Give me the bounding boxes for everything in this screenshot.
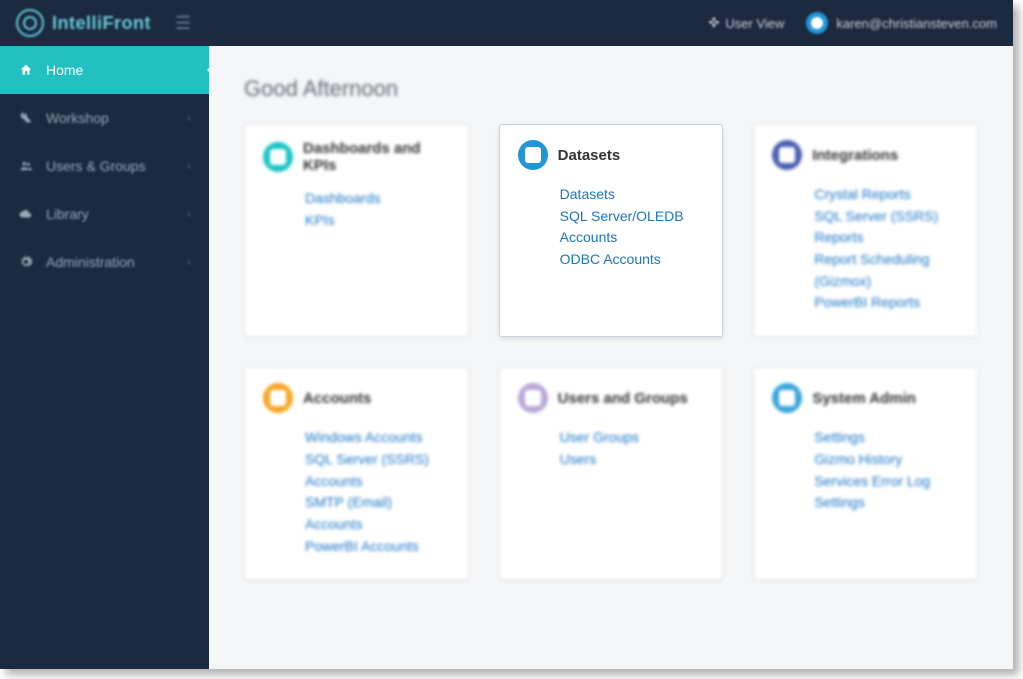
cards-grid: Dashboards and KPIs DashboardsKPIs Dataset… bbox=[244, 124, 978, 580]
sidebar-item-home[interactable]: Home bbox=[0, 46, 209, 94]
logo[interactable]: IntelliFront bbox=[16, 9, 151, 37]
card-link[interactable]: Gizmo History bbox=[814, 449, 959, 471]
card-links: Crystal ReportsSQL Server (SSRS) Reports… bbox=[772, 184, 959, 314]
card-title: Integrations bbox=[812, 147, 898, 164]
chevron-left-icon: ‹ bbox=[188, 257, 191, 268]
card-icon bbox=[772, 383, 802, 413]
card-system-admin: System AdminSettingsGizmo HistoryService… bbox=[753, 367, 978, 580]
card-link[interactable]: Datasets bbox=[560, 184, 705, 206]
sidebar-item-label: Workshop bbox=[46, 110, 109, 126]
page-greeting: Good Afternoon bbox=[244, 76, 978, 102]
card-link[interactable]: User Groups bbox=[560, 427, 705, 449]
chevron-left-icon: ‹ bbox=[188, 113, 191, 124]
card-link[interactable]: SMTP (Email) Accounts bbox=[305, 492, 450, 535]
card-icon bbox=[772, 140, 802, 170]
home-icon bbox=[18, 62, 34, 78]
sidebar-item-workshop[interactable]: Workshop ‹ bbox=[0, 94, 209, 142]
sidebar-item-users-groups[interactable]: Users & Groups ‹ bbox=[0, 142, 209, 190]
card-title: Datasets bbox=[558, 147, 621, 164]
sidebar-item-label: Library bbox=[46, 206, 89, 222]
card-title: System Admin bbox=[812, 390, 916, 407]
card-links: DatasetsSQL Server/OLEDB AccountsODBC Ac… bbox=[518, 184, 705, 271]
card-links: DashboardsKPIs bbox=[263, 188, 450, 231]
sidebar: Home Workshop ‹ Users & Groups ‹ Library… bbox=[0, 46, 209, 669]
header: IntelliFront ☰ ✜ User View karen@christi… bbox=[0, 0, 1013, 46]
user-view-toggle[interactable]: ✜ User View bbox=[708, 15, 784, 31]
card-link[interactable]: PowerBI Reports bbox=[814, 292, 959, 314]
card-header: System Admin bbox=[772, 383, 959, 413]
wrench-icon bbox=[18, 110, 34, 126]
card-title: Accounts bbox=[303, 390, 371, 407]
sidebar-item-label: Home bbox=[46, 62, 83, 78]
card-header: Accounts bbox=[263, 383, 450, 413]
card-link[interactable]: Users bbox=[560, 449, 705, 471]
chevron-left-icon: ‹ bbox=[188, 209, 191, 220]
card-accounts: Accounts Windows AccountsSQL Server (SSRS… bbox=[244, 367, 469, 580]
card-link[interactable]: KPIs bbox=[305, 210, 450, 232]
card-link[interactable]: Dashboards bbox=[305, 188, 450, 210]
cloud-icon bbox=[18, 206, 34, 222]
main-content: Good Afternoon Dashboards and KPIsDashbo… bbox=[209, 46, 1013, 669]
card-title: Dashboards and KPIs bbox=[303, 140, 450, 174]
logo-icon bbox=[16, 9, 44, 37]
user-account[interactable]: karen@christiansteven.com bbox=[806, 12, 997, 34]
card-link[interactable]: Report Scheduling (Gizmox) bbox=[814, 249, 959, 292]
sidebar-item-label: Administration bbox=[46, 254, 135, 270]
crosshair-icon: ✜ bbox=[708, 15, 719, 31]
logo-text: IntelliFront bbox=[52, 13, 151, 34]
card-link[interactable]: Settings bbox=[814, 492, 959, 514]
chevron-left-icon: ‹ bbox=[188, 161, 191, 172]
card-icon bbox=[263, 383, 293, 413]
users-icon bbox=[18, 158, 34, 174]
card-links: User GroupsUsers bbox=[518, 427, 705, 470]
card-datasets: DatasetsDatasetsSQL Server/OLEDB Account… bbox=[499, 124, 724, 337]
card-link[interactable]: Settings bbox=[814, 427, 959, 449]
avatar-icon bbox=[806, 12, 828, 34]
card-link[interactable]: Services Error Log bbox=[814, 471, 959, 493]
card-icon bbox=[518, 383, 548, 413]
card-link[interactable]: ODBC Accounts bbox=[560, 249, 705, 271]
card-header: Integrations bbox=[772, 140, 959, 170]
card-header: Users and Groups bbox=[518, 383, 705, 413]
sidebar-item-label: Users & Groups bbox=[46, 158, 146, 174]
card-header: Datasets bbox=[518, 140, 705, 170]
gear-icon bbox=[18, 254, 34, 270]
card-icon bbox=[518, 140, 548, 170]
card-link[interactable]: SQL Server (SSRS) Accounts bbox=[305, 449, 450, 492]
card-link[interactable]: SQL Server (SSRS) Reports bbox=[814, 206, 959, 249]
card-link[interactable]: Windows Accounts bbox=[305, 427, 450, 449]
card-icon bbox=[263, 142, 293, 172]
card-dashboards-and-kpis: Dashboards and KPIs DashboardsKPIs bbox=[244, 124, 469, 337]
card-title: Users and Groups bbox=[558, 390, 688, 407]
user-view-label: User View bbox=[725, 16, 784, 31]
card-link[interactable]: PowerBI Accounts bbox=[305, 536, 450, 558]
card-links: SettingsGizmo HistoryServices Error LogS… bbox=[772, 427, 959, 514]
sidebar-item-administration[interactable]: Administration ‹ bbox=[0, 238, 209, 286]
sidebar-item-library[interactable]: Library ‹ bbox=[0, 190, 209, 238]
card-link[interactable]: SQL Server/OLEDB Accounts bbox=[560, 206, 705, 249]
card-link[interactable]: Crystal Reports bbox=[814, 184, 959, 206]
user-email: karen@christiansteven.com bbox=[836, 16, 997, 31]
card-links: Windows AccountsSQL Server (SSRS) Accoun… bbox=[263, 427, 450, 557]
menu-toggle-icon[interactable]: ☰ bbox=[175, 13, 191, 34]
card-header: Dashboards and KPIs bbox=[263, 140, 450, 174]
card-integrations: Integrations Crystal ReportsSQL Server (S… bbox=[753, 124, 978, 337]
card-users-and-groups: Users and Groups User GroupsUsers bbox=[499, 367, 724, 580]
